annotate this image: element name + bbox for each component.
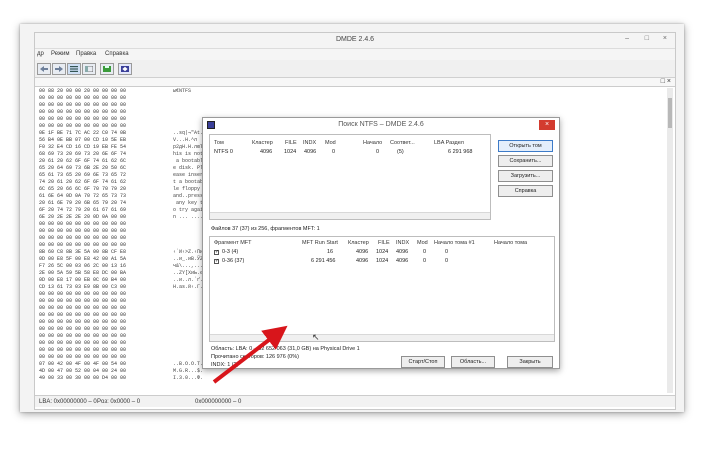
arrow-shaft — [212, 325, 288, 384]
red-annotation-arrow — [212, 325, 288, 384]
